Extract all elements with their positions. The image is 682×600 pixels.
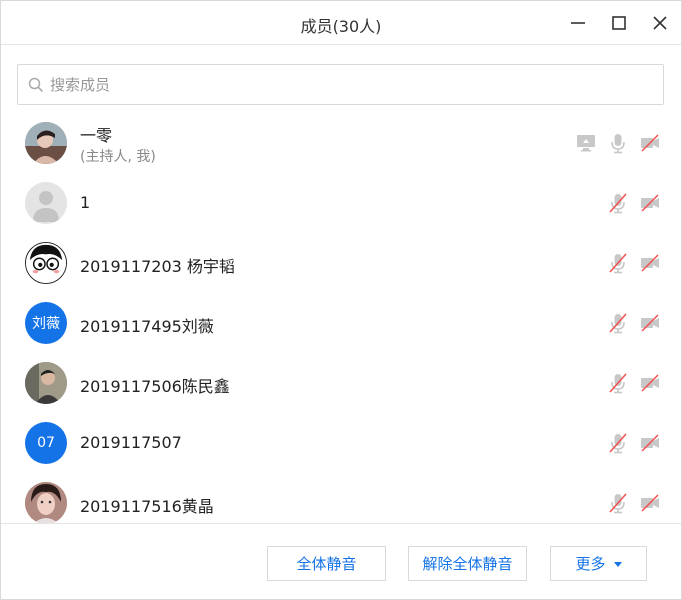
members-window: 成员(30人) 一零 bbox=[0, 0, 682, 600]
member-list[interactable]: 一零 (主持人, 我) 1 2019117203 杨宇韬 刘薇 20191174… bbox=[1, 113, 681, 523]
microphone-off-icon[interactable] bbox=[607, 492, 629, 514]
maximize-button[interactable] bbox=[607, 11, 631, 35]
title-bar: 成员(30人) bbox=[1, 1, 681, 45]
mute-all-button[interactable]: 全体静音 bbox=[267, 546, 386, 581]
member-name: 2019117506陈民鑫 bbox=[80, 377, 230, 396]
member-role: (主持人, 我) bbox=[80, 149, 156, 165]
member-row[interactable]: 2019117203 杨宇韬 bbox=[1, 233, 681, 293]
microphone-off-icon[interactable] bbox=[607, 192, 629, 214]
default-avatar-icon bbox=[25, 182, 67, 224]
camera-off-icon[interactable] bbox=[639, 432, 661, 454]
search-box[interactable] bbox=[17, 64, 664, 105]
maximize-icon bbox=[612, 16, 626, 30]
cartoon-avatar-icon bbox=[26, 243, 66, 283]
avatar bbox=[25, 482, 67, 523]
minimize-button[interactable] bbox=[566, 11, 590, 35]
avatar: 07 bbox=[25, 422, 67, 464]
avatar bbox=[25, 362, 67, 404]
avatar bbox=[25, 242, 67, 284]
member-name: 1 bbox=[80, 193, 91, 212]
camera-off-icon[interactable] bbox=[639, 492, 661, 514]
camera-off-icon[interactable] bbox=[639, 312, 661, 334]
member-row[interactable]: 1 bbox=[1, 173, 681, 233]
avatar bbox=[25, 122, 67, 164]
close-button[interactable] bbox=[648, 11, 672, 35]
microphone-off-icon[interactable] bbox=[607, 372, 629, 394]
avatar: 刘薇 bbox=[25, 302, 67, 344]
microphone-off-icon[interactable] bbox=[607, 252, 629, 274]
member-row[interactable]: 2019117506陈民鑫 bbox=[1, 353, 681, 413]
camera-off-icon[interactable] bbox=[639, 132, 661, 154]
more-button[interactable]: 更多 bbox=[550, 546, 647, 581]
member-name: 2019117203 杨宇韬 bbox=[80, 257, 235, 276]
avatar-photo-icon bbox=[25, 122, 67, 164]
member-name: 2019117516黄晶 bbox=[80, 497, 214, 516]
member-name: 2019117495刘薇 bbox=[80, 317, 214, 336]
microphone-off-icon[interactable] bbox=[607, 432, 629, 454]
screen-share-icon[interactable] bbox=[575, 132, 597, 154]
member-row[interactable]: 刘薇 2019117495刘薇 bbox=[1, 293, 681, 353]
close-icon bbox=[653, 16, 667, 30]
avatar-photo-icon bbox=[25, 362, 67, 404]
search-input[interactable] bbox=[50, 75, 610, 94]
microphone-off-icon[interactable] bbox=[607, 312, 629, 334]
member-name: 2019117507 bbox=[80, 433, 182, 452]
search-icon bbox=[28, 77, 44, 92]
camera-off-icon[interactable] bbox=[639, 192, 661, 214]
member-row[interactable]: 2019117516黄晶 bbox=[1, 473, 681, 523]
caret-down-icon bbox=[613, 562, 622, 567]
avatar bbox=[25, 182, 67, 224]
microphone-icon[interactable] bbox=[607, 132, 629, 154]
member-row[interactable]: 07 2019117507 bbox=[1, 413, 681, 473]
member-name: 一零 bbox=[80, 126, 113, 145]
camera-off-icon[interactable] bbox=[639, 372, 661, 394]
member-row[interactable]: 一零 (主持人, 我) bbox=[1, 113, 681, 173]
more-label: 更多 bbox=[575, 555, 606, 573]
minimize-icon bbox=[571, 22, 585, 24]
avatar-photo-icon bbox=[25, 482, 67, 523]
camera-off-icon[interactable] bbox=[639, 252, 661, 274]
unmute-all-button[interactable]: 解除全体静音 bbox=[408, 546, 527, 581]
